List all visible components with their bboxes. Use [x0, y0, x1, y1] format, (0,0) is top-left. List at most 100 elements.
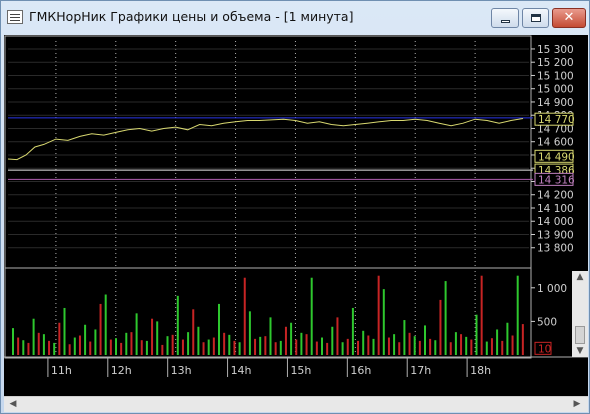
- volume-bar-down: [377, 275, 380, 355]
- volume-value-label: 10: [538, 343, 551, 355]
- volume-bar-up: [238, 342, 241, 355]
- volume-bar-up: [496, 329, 499, 355]
- price-series-line: [7, 118, 524, 161]
- y-tick-label: 14 900: [537, 97, 574, 109]
- volume-bar-down: [429, 338, 432, 355]
- volume-bar-up: [279, 340, 282, 355]
- volume-bar-up: [475, 314, 478, 355]
- maximize-button[interactable]: [522, 8, 549, 28]
- volume-bar-up: [197, 326, 200, 355]
- volume-bar-up: [53, 342, 56, 355]
- price-panel-frame: [4, 35, 532, 269]
- y-tick-label: 15 200: [537, 57, 574, 69]
- volume-bar-up: [115, 338, 117, 355]
- minimize-icon: [501, 20, 510, 23]
- chart-area[interactable]: 11h 12h 13h 14h 15h 16h 17h 18h 15 300 15 200 15 1…: [4, 35, 588, 411]
- volume-bar-up: [187, 332, 190, 355]
- price-label: 14 770: [538, 114, 575, 126]
- y-tick-label: 15 100: [537, 70, 574, 82]
- x-tick-label: 15h: [290, 364, 311, 377]
- scroll-left-arrow-icon[interactable]: ◀: [6, 398, 20, 410]
- minimize-button[interactable]: [491, 8, 519, 28]
- volume-bar-down: [58, 322, 61, 355]
- volume-bar-up: [310, 277, 313, 355]
- volume-bar-down: [202, 342, 205, 355]
- volume-bar-down: [521, 324, 524, 355]
- volume-bar-up: [403, 320, 406, 355]
- volume-bar-down: [346, 338, 349, 355]
- volume-bar-down: [274, 342, 277, 355]
- volume-bar-down: [89, 341, 92, 355]
- scroll-up-arrow-icon[interactable]: ▲: [572, 271, 588, 283]
- volume-bar-up: [321, 337, 323, 355]
- volume-bar-down: [418, 340, 421, 355]
- price-volume-chart[interactable]: 11h 12h 13h 14h 15h 16h 17h 18h 15 30015 20015 1…: [4, 35, 588, 411]
- volume-bar-up: [444, 281, 447, 355]
- close-button[interactable]: ✕: [552, 8, 586, 28]
- volume-bar-up: [300, 332, 303, 355]
- volume-bar-down: [27, 342, 30, 355]
- volume-bar-down: [161, 344, 164, 355]
- close-icon: ✕: [563, 10, 575, 25]
- scroll-right-arrow-icon[interactable]: ▶: [570, 398, 584, 410]
- volume-bar-down: [387, 337, 390, 355]
- volume-vertical-scrollbar[interactable]: ▲ ▼: [572, 271, 588, 357]
- y-tick-label: 13 900: [537, 229, 574, 241]
- volume-bar-down: [254, 338, 257, 355]
- scroll-down-arrow-icon[interactable]: ▼: [572, 345, 588, 357]
- x-tick-label: 18h: [470, 364, 491, 377]
- volume-bar-up: [341, 342, 344, 355]
- y-tick-label: 15 300: [537, 44, 574, 56]
- volume-bar-down: [151, 318, 154, 355]
- volume-bar-up: [207, 339, 210, 355]
- volume-bar-up: [434, 340, 437, 355]
- volume-bar-down: [264, 336, 267, 355]
- volume-bar-down: [17, 337, 20, 355]
- volume-bar-up: [156, 321, 159, 355]
- volume-bar-up: [63, 307, 66, 355]
- volume-y-tick-label: 500: [537, 316, 557, 328]
- volume-bar-down: [223, 332, 226, 355]
- volume-bar-up: [331, 326, 334, 355]
- horizontal-scrollbar[interactable]: ◀ ▶: [4, 396, 588, 412]
- volume-bar-down: [243, 277, 246, 355]
- volume-bar-down: [233, 340, 236, 355]
- y-tick-label: 14 600: [537, 137, 574, 149]
- volume-bar-down: [109, 339, 112, 355]
- volume-bar-up: [218, 303, 220, 355]
- volume-bar-down: [326, 342, 329, 355]
- window-icon: [7, 10, 23, 24]
- volume-bar-up: [424, 325, 426, 355]
- volume-bar-up: [290, 322, 293, 355]
- volume-bar-up: [12, 328, 14, 355]
- volume-bar-down: [480, 275, 483, 355]
- volume-bar-up: [32, 318, 35, 355]
- volume-bar-up: [84, 324, 87, 355]
- volume-bar-up: [393, 334, 396, 355]
- volume-bar-up: [42, 334, 45, 355]
- y-tick-label: 14 000: [537, 216, 574, 228]
- volume-bar-up: [73, 337, 76, 355]
- price-label: 14 316: [538, 174, 575, 186]
- volume-bar-down: [192, 309, 195, 355]
- volume-bar-down: [130, 332, 133, 355]
- volume-bar-down: [439, 299, 442, 355]
- volume-bar-up: [94, 329, 97, 355]
- maximize-icon: [531, 14, 541, 22]
- price-label: 14 490: [538, 151, 575, 163]
- volume-bar-up: [454, 332, 457, 355]
- x-tick-label: 17h: [410, 364, 431, 377]
- title-bar[interactable]: ГМКНорНик Графики цены и объема - [1 мин…: [1, 1, 589, 35]
- scroll-thumb[interactable]: [575, 326, 585, 344]
- window-title: ГМКНорНик Графики цены и объема - [1 мин…: [29, 9, 354, 24]
- volume-bar-down: [295, 339, 298, 355]
- y-tick-label: 13 800: [537, 243, 574, 255]
- volume-bar-up: [166, 336, 169, 355]
- volume-bar-down: [48, 340, 51, 355]
- volume-bar-down: [398, 342, 401, 355]
- volume-bar-down: [336, 317, 339, 355]
- volume-bar-up: [506, 322, 509, 355]
- volume-bar-down: [490, 338, 493, 355]
- x-tick-label: 12h: [111, 364, 132, 377]
- volume-bar-up: [135, 313, 138, 355]
